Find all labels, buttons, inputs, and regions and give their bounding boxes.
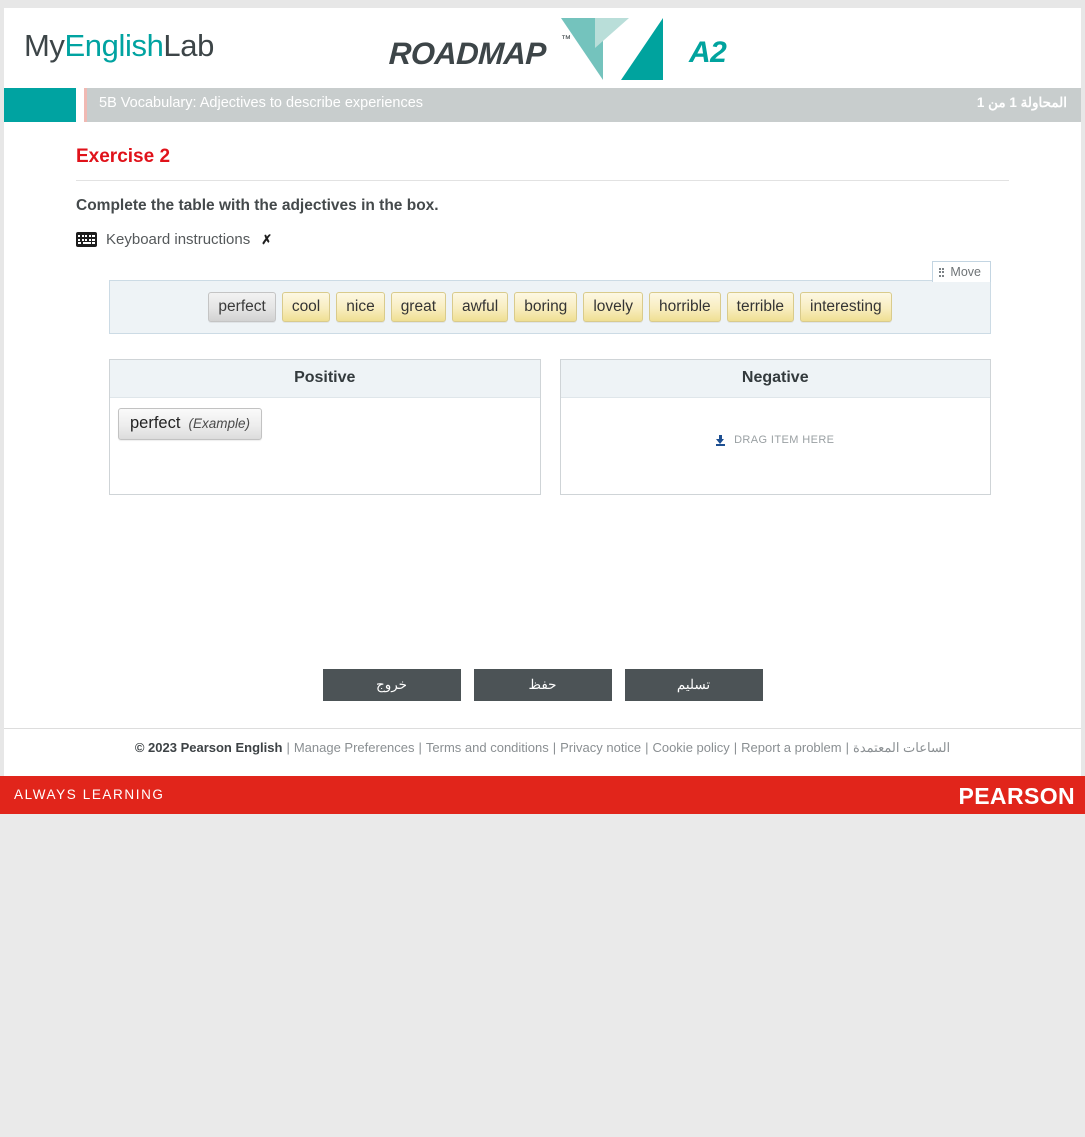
answer-tile-word: perfect <box>130 414 181 433</box>
positive-dropzone[interactable]: perfect (Example) <box>110 398 540 494</box>
pearson-wordmark: PEARSON <box>958 783 1075 809</box>
logo-text-my: My <box>24 28 65 63</box>
masthead: MyEnglishLab ROADMAP ™ A2 <box>4 8 1081 88</box>
footer-links: © 2023 Pearson English | Manage Preference… <box>4 728 1081 766</box>
move-button[interactable]: Move <box>931 261 991 282</box>
wordbank-tile: perfect <box>208 292 276 323</box>
wordbank-tile[interactable]: cool <box>281 292 331 323</box>
page-title: Exercise 2 <box>76 146 171 167</box>
footer-separator: | <box>552 740 557 756</box>
title-divider <box>76 180 1009 181</box>
exercise-content: Exercise 2 Complete the table with the a… <box>4 146 1081 766</box>
wordbank-tile[interactable]: interesting <box>800 292 892 323</box>
logo-text-lab: Lab <box>163 28 214 63</box>
wordbank-container: perfect cool nice great awful boring lovely hor… <box>109 280 991 335</box>
attempt-counter: المحاولة 1 من 1 <box>976 95 1067 110</box>
footer-link[interactable]: Terms and conditions <box>426 740 549 755</box>
myenglishlab-logo[interactable]: MyEnglishLab <box>24 28 214 64</box>
footer-link[interactable]: Cookie policy <box>652 740 729 755</box>
answer-tile-hint: (Example) <box>188 416 250 432</box>
keyboard-instructions-toggle[interactable]: Keyboard instructions ✗ <box>76 231 1081 248</box>
save-button[interactable]: حفظ <box>473 669 612 702</box>
roadmap-chevron-icon <box>561 18 691 80</box>
wordbank-block: Move perfect cool nice great awful boring love… <box>109 261 991 335</box>
keyboard-icon <box>76 232 97 247</box>
footer-link[interactable]: الساعات المعتمدة <box>853 740 950 755</box>
footer-separator: | <box>845 740 850 756</box>
footer-separator: | <box>645 740 649 756</box>
positive-column: Positive perfect (Example) <box>109 359 541 496</box>
keyboard-instructions-label: Keyboard instructions <box>106 231 251 248</box>
wordbank-tile[interactable]: boring <box>514 292 578 323</box>
wordbank-tile[interactable]: nice <box>336 292 385 323</box>
positive-column-header: Positive <box>110 360 540 399</box>
drop-hint: DRAG ITEM HERE <box>561 434 991 446</box>
footer-separator: | <box>733 740 738 756</box>
drop-hint-label: DRAG ITEM HERE <box>734 434 835 447</box>
top-browser-strip <box>0 0 1085 8</box>
lesson-titlebar: 5B Vocabulary: Adjectives to describe ex… <box>4 88 1081 122</box>
roadmap-wordmark: ROADMAP <box>388 36 547 71</box>
negative-column: Negative DRAG ITEM HERE <box>559 359 991 496</box>
grip-dots-icon <box>938 267 945 277</box>
page-shell: MyEnglishLab ROADMAP ™ A2 5B Vocabulary:… <box>0 8 1085 814</box>
wordbank-tile[interactable]: horrible <box>648 292 721 323</box>
page-background-below-fold <box>0 814 1085 1137</box>
copyright-text: © 2023 Pearson English <box>134 740 283 756</box>
exit-button[interactable]: خروج <box>322 669 461 702</box>
submit-button[interactable]: تسليم <box>624 669 763 702</box>
roadmap-level-badge: A2 <box>689 36 727 69</box>
action-button-row: خروج حفظ تسليم <box>4 669 1081 702</box>
footer-separator: | <box>286 740 290 756</box>
answer-table: Positive perfect (Example) Negative DRAG <box>109 359 991 496</box>
footer-separator: | <box>418 740 422 756</box>
footer-link[interactable]: Report a problem <box>741 740 841 755</box>
roadmap-logo: ROADMAP ™ A2 <box>388 18 744 80</box>
wordbank-tile[interactable]: great <box>390 292 447 323</box>
wordbank-tile[interactable]: lovely <box>583 292 643 323</box>
lesson-title: 5B Vocabulary: Adjectives to describe ex… <box>99 95 424 111</box>
logo-text-english: English <box>64 28 164 63</box>
wordbank-tile[interactable]: terrible <box>726 292 795 323</box>
download-arrow-icon <box>716 434 726 446</box>
negative-column-header: Negative <box>560 360 990 399</box>
footer-link[interactable]: Manage Preferences <box>294 740 415 755</box>
always-learning-tagline: ALWAYS LEARNING <box>14 787 165 802</box>
titlebar-gray-block: 5B Vocabulary: Adjectives to describe ex… <box>84 88 1081 122</box>
pearson-brand-bar: ALWAYS LEARNING PEARSON <box>0 776 1085 814</box>
move-button-label: Move <box>950 265 981 279</box>
footer-link[interactable]: Privacy notice <box>560 740 641 755</box>
answer-tile-example[interactable]: perfect (Example) <box>118 408 262 441</box>
exercise-instruction: Complete the table with the adjectives i… <box>76 197 439 214</box>
titlebar-teal-block <box>4 88 76 122</box>
wordbank-tile[interactable]: awful <box>452 292 509 323</box>
negative-dropzone[interactable]: DRAG ITEM HERE <box>561 398 991 494</box>
chevron-down-icon: ✗ <box>261 232 273 247</box>
